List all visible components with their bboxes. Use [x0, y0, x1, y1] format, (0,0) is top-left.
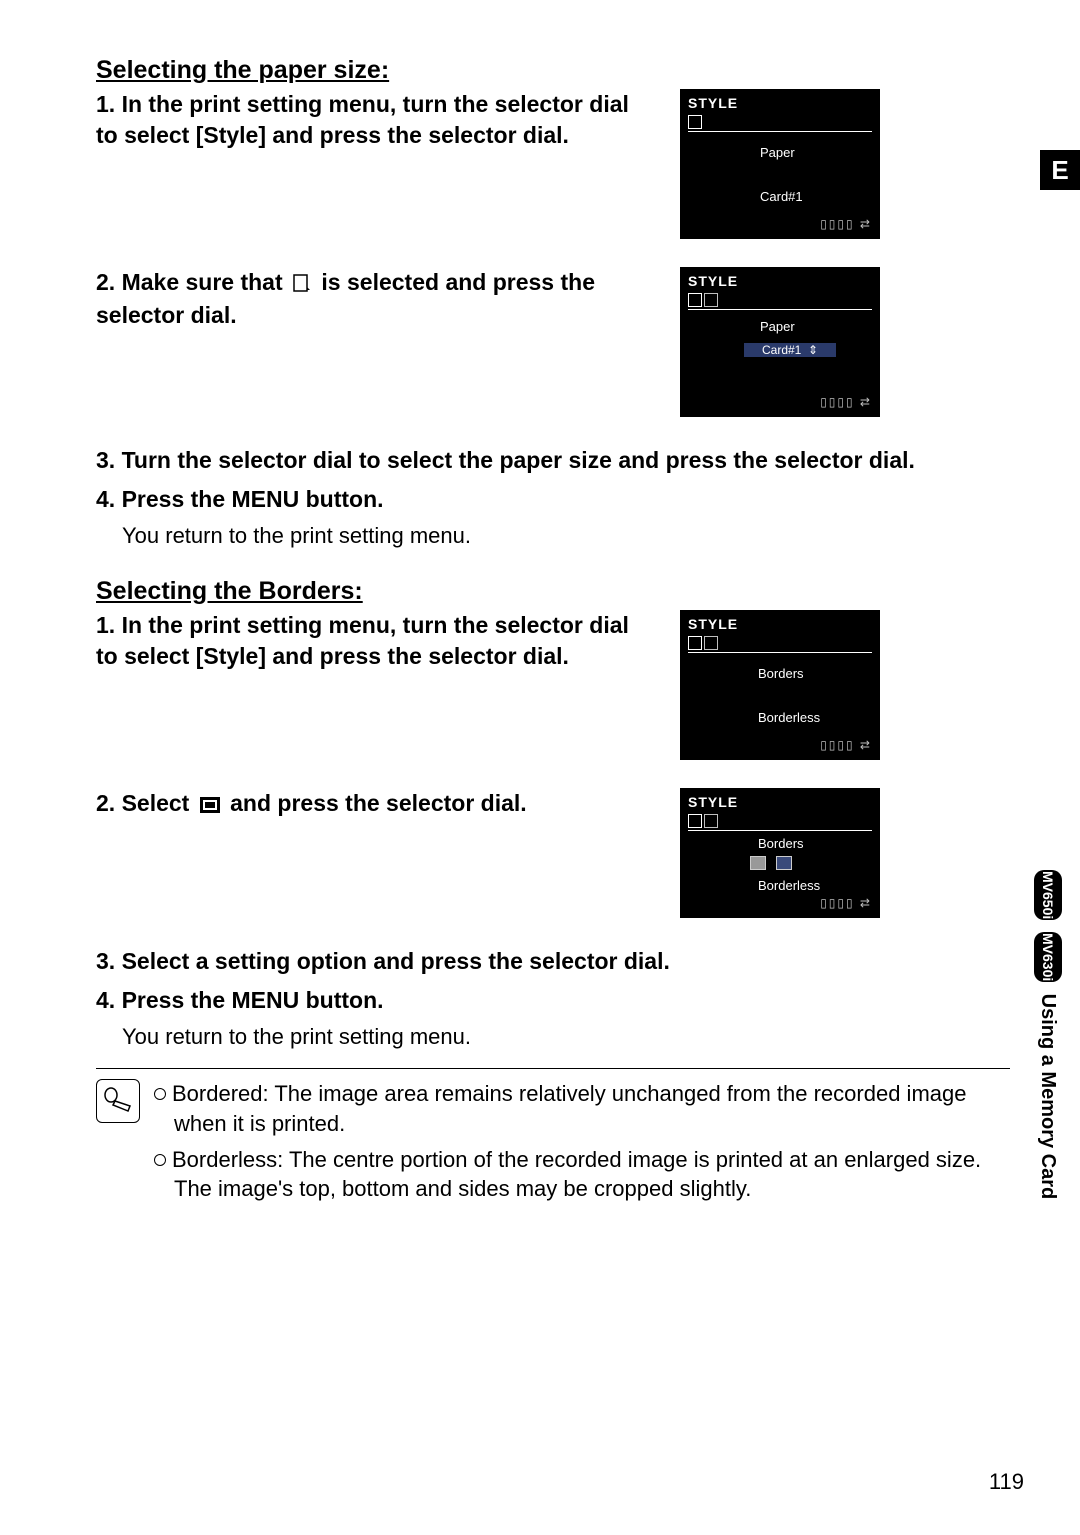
paper-step-4-sub: You return to the print setting menu.: [122, 523, 1010, 549]
screenshot-style-paper: STYLE Paper Card#1 ▯▯▯▯ ⇄: [680, 89, 880, 239]
note-bordered: Bordered: The image area remains relativ…: [154, 1079, 1010, 1138]
model-pill-2: MV630i: [1034, 932, 1062, 982]
side-label: MV650i MV630i Using a Memory Card: [1034, 870, 1062, 1199]
borders-icon: [200, 790, 220, 821]
borders-step-4: 4. Press the MENU button.: [96, 985, 1010, 1016]
paper-step-1: 1. In the print setting menu, turn the s…: [96, 89, 656, 151]
heading-paper-size: Selecting the paper size:: [96, 56, 1010, 85]
borders-step-2: 2. Select and press the selector dial.: [96, 788, 656, 821]
paper-step-3: 3. Turn the selector dial to select the …: [96, 445, 1010, 476]
manual-page: E MV650i MV630i Using a Memory Card Sele…: [0, 0, 1080, 1535]
borders-step-4-sub: You return to the print setting menu.: [122, 1024, 1010, 1050]
screenshot-style-borders-selected: STYLE Borders Borderless ▯▯▯▯ ⇄: [680, 788, 880, 918]
paper-step-4: 4. Press the MENU button.: [96, 484, 1010, 515]
paper-icon: [293, 269, 311, 300]
notes-box: Bordered: The image area remains relativ…: [96, 1068, 1010, 1210]
note-borderless: Borderless: The centre portion of the re…: [154, 1145, 1010, 1204]
model-pill-1: MV650i: [1034, 870, 1062, 920]
page-number: 119: [989, 1469, 1024, 1495]
section-name: Using a Memory Card: [1037, 994, 1059, 1200]
language-tab: E: [1040, 150, 1080, 190]
screenshot-style-borders: STYLE Borders Borderless ▯▯▯▯ ⇄: [680, 610, 880, 760]
note-icon: [96, 1079, 140, 1123]
borders-step-3: 3. Select a setting option and press the…: [96, 946, 1010, 977]
heading-borders: Selecting the Borders:: [96, 577, 1010, 606]
borders-step-1: 1. In the print setting menu, turn the s…: [96, 610, 656, 672]
screenshot-style-paper-selected: STYLE Paper Card#1 ⇕ ▯▯▯▯ ⇄: [680, 267, 880, 417]
paper-step-2: 2. Make sure that is selected and press …: [96, 267, 656, 331]
